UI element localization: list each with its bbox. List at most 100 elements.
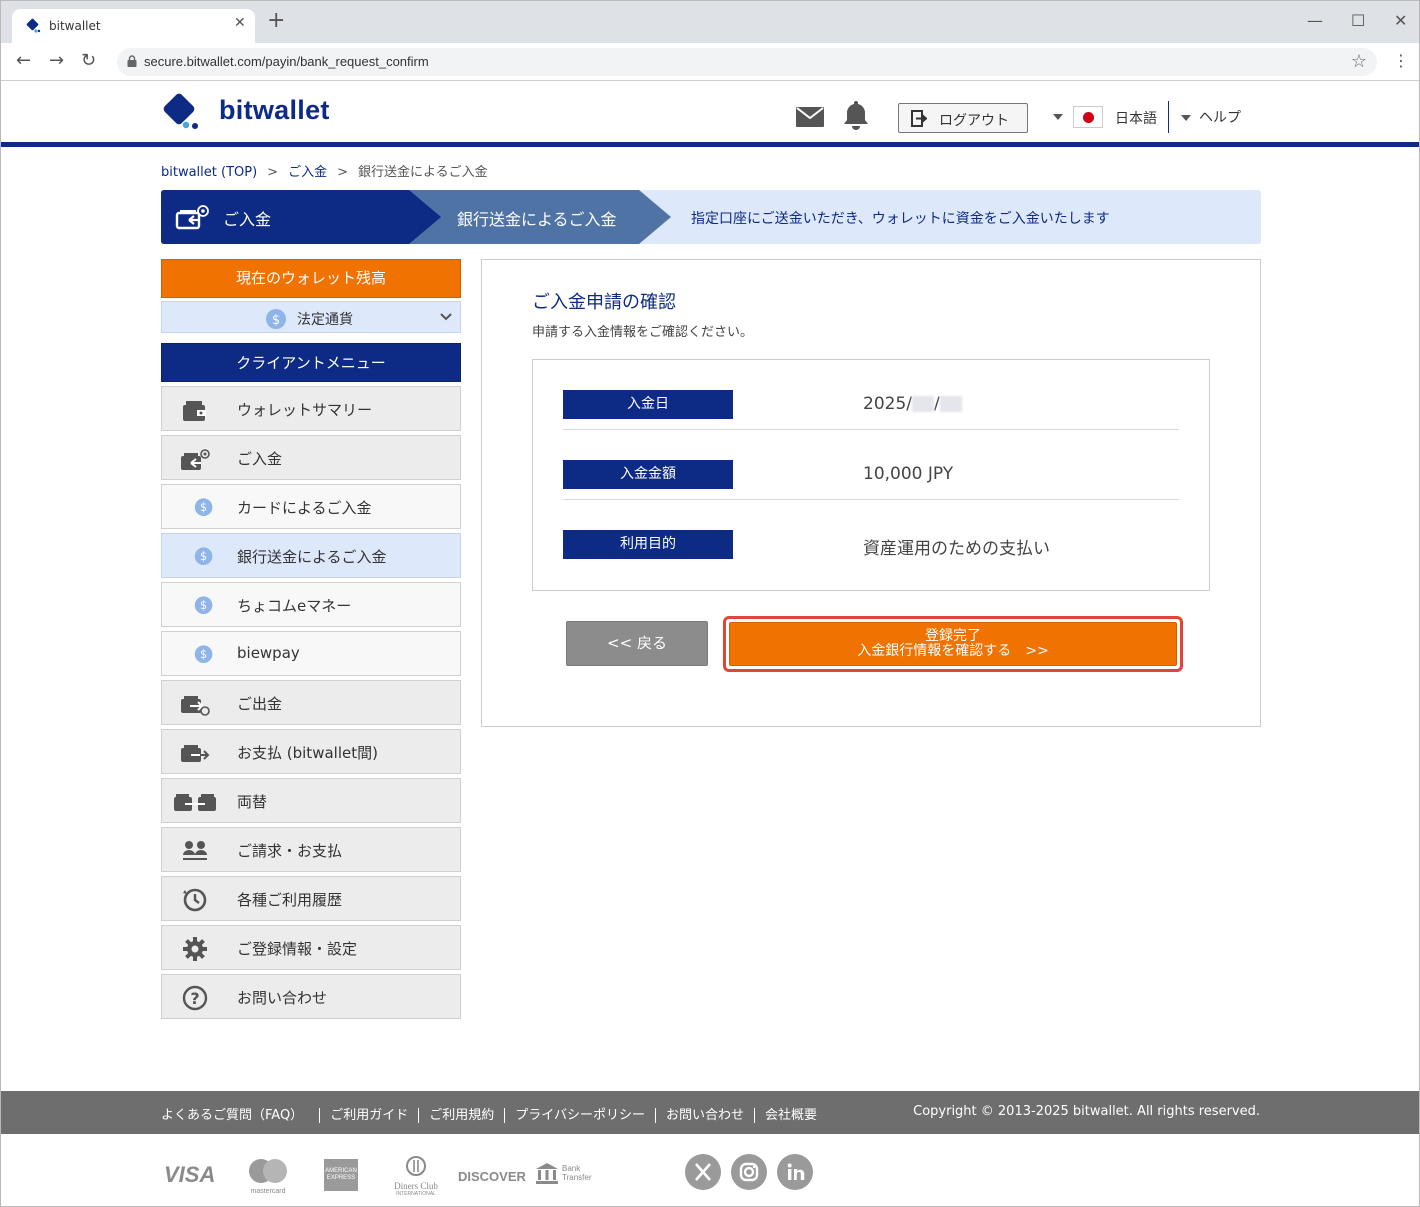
diners-club-text: Diners Club	[394, 1181, 438, 1191]
diners-club-icon	[406, 1156, 426, 1176]
footer-link-contact[interactable]: お問い合わせ	[654, 1108, 754, 1123]
browser-window: bitwallet ✕ + — ☐ ✕ ← → ↻ secure.bitwall…	[0, 0, 1420, 1207]
sidebar-item-label: お支払 (bitwallet間)	[237, 744, 378, 762]
back-arrow-icon[interactable]: ←	[16, 51, 31, 71]
fiat-currency-toggle[interactable]: $ 法定通貨	[161, 301, 461, 333]
mastercard-text: mastercard	[250, 1188, 286, 1195]
deposit-icon	[181, 449, 210, 470]
sidebar-item-chocom-emoney[interactable]: $ ちょコムeマネー	[161, 582, 461, 627]
visa-logo: VISA	[164, 1162, 216, 1187]
browser-menu-icon[interactable]: ⋮	[1393, 51, 1409, 70]
mail-icon[interactable]	[796, 107, 824, 127]
step-3-description: 指定口座にご送金いただき、ウォレットに資金をご入金いたします	[691, 211, 1110, 227]
step-2-label: 銀行送金によるご入金	[457, 210, 617, 229]
sidebar-item-biewpay[interactable]: $ biewpay	[161, 631, 461, 676]
sidebar-item-label: 銀行送金によるご入金	[237, 548, 387, 566]
sidebar-item-label: ご出金	[237, 695, 283, 713]
x-twitter-icon[interactable]	[685, 1154, 721, 1190]
sidebar-item-wallet-summary[interactable]: ウォレットサマリー	[161, 386, 461, 431]
info-label: 入金金額	[563, 460, 733, 489]
footer-link-company[interactable]: 会社概要	[753, 1108, 827, 1123]
sidebar-item-history[interactable]: 各種ご利用履歴	[161, 876, 461, 921]
bank-text: Bank	[562, 1164, 581, 1173]
dollar-coin-icon: $	[266, 309, 286, 329]
page-subtitle: 申請する入金情報をご確認ください。	[532, 325, 754, 340]
close-window-icon[interactable]: ✕	[1394, 11, 1407, 30]
footer: よくあるご質問（FAQ） ご利用ガイド ご利用規約 プライバシーポリシー お問い合わせ会…	[1, 1091, 1419, 1134]
svg-text:$: $	[200, 599, 207, 612]
instagram-icon[interactable]	[731, 1154, 767, 1190]
sidebar-item-settings[interactable]: ご登録情報・設定	[161, 925, 461, 970]
sidebar-item-label: 各種ご利用履歴	[237, 891, 343, 909]
tab-bar: bitwallet ✕ + — ☐ ✕	[1, 1, 1419, 43]
breadcrumb: bitwallet (TOP) > ご入金 > 銀行送金によるご入金	[161, 161, 488, 180]
sidebar-item-label: カードによるご入金	[237, 499, 372, 517]
breadcrumb-deposit-link[interactable]: ご入金	[288, 165, 327, 180]
redacted-day	[939, 396, 962, 412]
chevron-down-icon	[1053, 114, 1063, 120]
info-label: 利用目的	[563, 530, 733, 559]
footer-link-faq[interactable]: よくあるご質問（FAQ）	[161, 1108, 319, 1123]
footer-links: よくあるご質問（FAQ） ご利用ガイド ご利用規約 プライバシーポリシー お問い合わせ会…	[161, 1104, 827, 1123]
reload-icon[interactable]: ↻	[81, 51, 96, 71]
help-menu[interactable]: ヘルプ	[1181, 107, 1241, 127]
diners-club-logo: Diners Club INTERNATIONAL	[391, 1156, 441, 1197]
language-label: 日本語	[1115, 111, 1157, 127]
tab-close-icon[interactable]: ✕	[234, 15, 246, 31]
maximize-icon[interactable]: ☐	[1351, 11, 1365, 30]
wallet-icon	[183, 401, 206, 421]
footer-link-terms[interactable]: ご利用規約	[418, 1108, 505, 1123]
sidebar-item-label: biewpay	[237, 644, 300, 662]
dollar-coin-icon: $	[194, 596, 213, 614]
bell-icon[interactable]	[841, 99, 871, 131]
address-bar: ← → ↻ secure.bitwallet.com/payin/bank_re…	[1, 43, 1419, 81]
sidebar: 現在のウォレット残高 $ 法定通貨 クライアントメニュー ウォレットサマリー ご…	[161, 259, 461, 1019]
sidebar-item-withdraw[interactable]: ご出金	[161, 680, 461, 725]
confirm-button-highlight: 登録完了 入金銀行情報を確認する >>	[723, 616, 1183, 672]
forward-arrow-icon[interactable]: →	[49, 51, 64, 71]
svg-text:$: $	[200, 501, 207, 514]
sidebar-item-billing[interactable]: ご請求・お支払	[161, 827, 461, 872]
minimize-icon[interactable]: —	[1307, 11, 1323, 30]
url-input[interactable]: secure.bitwallet.com/payin/bank_request_…	[117, 48, 1377, 76]
gear-icon	[183, 937, 207, 961]
chevron-down-icon	[440, 313, 452, 321]
info-label: 入金日	[563, 390, 733, 419]
x-logo-icon	[695, 1163, 711, 1181]
sidebar-item-exchange[interactable]: 両替	[161, 778, 461, 823]
bank-transfer-text: Transfer	[562, 1173, 592, 1182]
history-icon	[183, 888, 207, 912]
sidebar-item-contact[interactable]: ? お問い合わせ	[161, 974, 461, 1019]
breadcrumb-top-link[interactable]: bitwallet (TOP)	[161, 165, 257, 180]
confirm-register-button[interactable]: 登録完了 入金銀行情報を確認する >>	[729, 622, 1177, 666]
new-tab-icon[interactable]: +	[267, 10, 285, 32]
logout-label: ログアウト	[939, 113, 1009, 129]
bookmark-star-icon[interactable]: ☆	[1351, 51, 1367, 72]
confirm-button-line2: 入金銀行情報を確認する >>	[857, 643, 1049, 659]
people-icon	[183, 841, 207, 860]
japan-flag-icon	[1073, 106, 1103, 128]
sidebar-item-label: ウォレットサマリー	[237, 401, 373, 419]
client-menu-header: クライアントメニュー	[161, 343, 461, 382]
back-button[interactable]: << 戻る	[566, 621, 708, 666]
deposit-amount-value: 10,000 JPY	[863, 464, 954, 484]
sidebar-item-deposit[interactable]: ご入金	[161, 435, 461, 480]
footer-link-guide[interactable]: ご利用ガイド	[319, 1108, 419, 1123]
linkedin-logo-icon	[787, 1163, 805, 1180]
sidebar-item-card-deposit[interactable]: $ カードによるご入金	[161, 484, 461, 529]
step-1: ご入金	[161, 190, 441, 244]
logout-button[interactable]: ログアウト	[898, 103, 1028, 133]
payment-icon	[181, 745, 210, 762]
info-row-deposit-amount: 入金金額 10,000 JPY	[563, 430, 1179, 500]
mastercard-circles-icon	[249, 1159, 287, 1183]
linkedin-icon[interactable]	[777, 1154, 813, 1190]
mastercard-logo: mastercard	[247, 1158, 289, 1195]
deposit-icon	[175, 205, 209, 230]
sidebar-item-payment[interactable]: お支払 (bitwallet間)	[161, 729, 461, 774]
step-banner: ご入金 銀行送金によるご入金 指定口座にご送金いただき、ウォレットに資金をご入金…	[161, 190, 1261, 244]
browser-tab[interactable]: bitwallet ✕	[12, 9, 255, 43]
footer-link-privacy[interactable]: プライバシーポリシー	[504, 1108, 655, 1123]
sidebar-item-bank-deposit[interactable]: $ 銀行送金によるご入金	[161, 533, 461, 578]
exchange-icon	[174, 794, 216, 811]
deposit-info-box: 入金日 2025// 入金金額 10,000 JPY 利用目的 資産運用のための…	[532, 359, 1210, 591]
